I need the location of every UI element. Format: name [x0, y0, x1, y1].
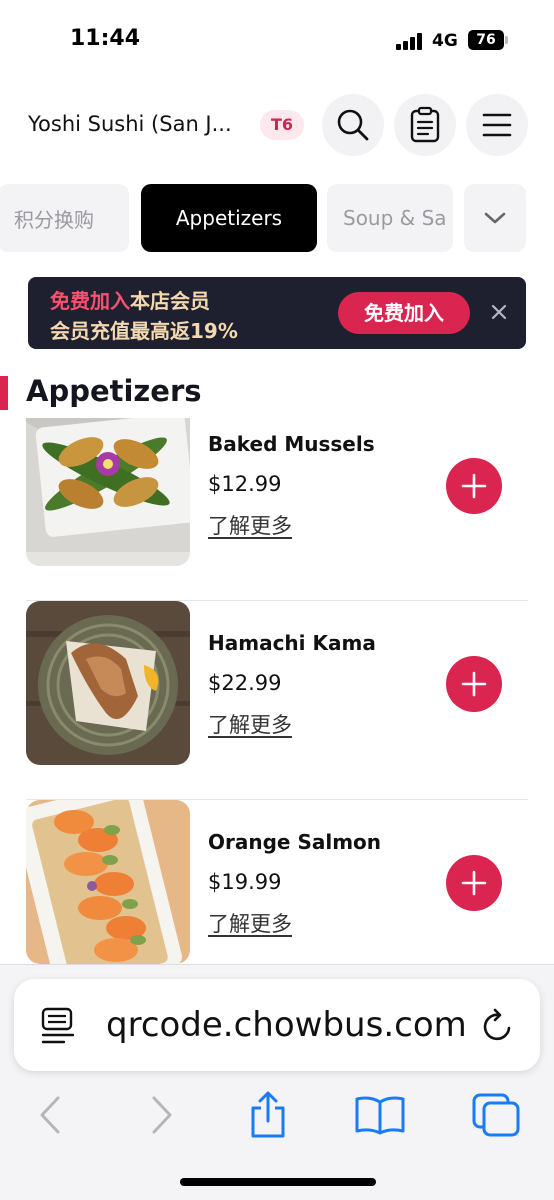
- order-list-icon: [410, 106, 440, 143]
- plus-icon: [461, 473, 487, 499]
- add-to-cart-button[interactable]: [446, 656, 502, 712]
- item-name: Hamachi Kama: [208, 631, 376, 655]
- tab-points-redeem[interactable]: 积分换购: [0, 184, 129, 252]
- tab-soup-salad[interactable]: Soup & Sa: [327, 184, 453, 252]
- reload-button[interactable]: [482, 1007, 516, 1047]
- add-to-cart-button[interactable]: [446, 855, 502, 911]
- reader-button[interactable]: [40, 1007, 76, 1049]
- menu-item-list: Baked Mussels $12.99 了解更多 Hamachi Kama $…: [0, 418, 554, 964]
- baked-mussels-photo[interactable]: [26, 418, 190, 566]
- item-name: Baked Mussels: [208, 432, 375, 456]
- search-icon: [337, 109, 369, 141]
- banner-close-button[interactable]: [486, 299, 512, 325]
- item-name: Orange Salmon: [208, 830, 382, 854]
- tab-appetizers[interactable]: Appetizers: [141, 184, 317, 252]
- tabs-button[interactable]: [466, 1085, 526, 1145]
- restaurant-header: Yoshi Sushi (San J... T6: [0, 94, 554, 158]
- menu-item[interactable]: Baked Mussels $12.99 了解更多: [0, 418, 554, 601]
- battery-icon: 76: [468, 30, 508, 50]
- hamburger-menu-icon: [482, 113, 512, 137]
- cellular-signal-icon: [396, 32, 424, 50]
- reload-icon: [483, 1008, 511, 1041]
- learn-more-link[interactable]: 了解更多: [208, 510, 292, 540]
- forward-icon: [152, 1096, 172, 1134]
- browser-toolbar: qrcode.chowbus.com: [0, 964, 554, 1200]
- orange-salmon-photo[interactable]: [26, 800, 190, 964]
- search-button[interactable]: [322, 94, 384, 156]
- membership-banner: 免费加入本店会员 会员充值最高返19% 免费加入: [28, 277, 526, 349]
- status-bar: 11:44 4G 76: [0, 0, 554, 80]
- orders-button[interactable]: [394, 94, 456, 156]
- banner-subline: 会员充值最高返19%: [50, 319, 238, 343]
- home-indicator: [180, 1178, 376, 1186]
- close-icon: [491, 304, 507, 320]
- section-title: Appetizers: [26, 374, 202, 408]
- menu-button[interactable]: [466, 94, 528, 156]
- back-button[interactable]: [20, 1085, 80, 1145]
- category-tabs: 积分换购 Appetizers Soup & Sa: [0, 184, 554, 252]
- share-button[interactable]: [238, 1085, 298, 1145]
- banner-highlight: 免费加入: [50, 289, 130, 313]
- banner-headline: 免费加入本店会员: [50, 285, 210, 314]
- plus-icon: [461, 671, 487, 697]
- share-icon: [251, 1091, 285, 1138]
- item-price: $19.99: [208, 870, 282, 894]
- url-text[interactable]: qrcode.chowbus.com: [106, 1005, 478, 1045]
- network-type: 4G: [432, 31, 458, 51]
- learn-more-link[interactable]: 了解更多: [208, 908, 292, 938]
- item-price: $12.99: [208, 472, 282, 496]
- menu-item[interactable]: Hamachi Kama $22.99 了解更多: [0, 601, 554, 800]
- bookmarks-icon: [355, 1096, 405, 1135]
- hamachi-kama-photo[interactable]: [26, 601, 190, 765]
- banner-headline-rest: 本店会员: [130, 289, 210, 313]
- join-free-button[interactable]: 免费加入: [338, 292, 470, 334]
- reader-icon: [41, 1007, 75, 1044]
- table-badge: T6: [260, 110, 304, 140]
- plus-icon: [461, 870, 487, 896]
- address-bar[interactable]: qrcode.chowbus.com: [14, 979, 540, 1071]
- add-to-cart-button[interactable]: [446, 458, 502, 514]
- tabs-icon: [472, 1093, 520, 1137]
- bookmarks-button[interactable]: [350, 1085, 410, 1145]
- back-icon: [40, 1096, 60, 1134]
- more-categories-button[interactable]: [464, 184, 526, 252]
- forward-button[interactable]: [132, 1085, 192, 1145]
- chevron-down-icon: [484, 212, 506, 224]
- browser-nav-row: [0, 1085, 554, 1145]
- item-price: $22.99: [208, 671, 282, 695]
- learn-more-link[interactable]: 了解更多: [208, 709, 292, 739]
- status-time: 11:44: [70, 26, 141, 51]
- menu-item[interactable]: Orange Salmon $19.99 了解更多: [0, 800, 554, 964]
- section-accent-bar: [0, 376, 8, 410]
- store-name[interactable]: Yoshi Sushi (San J...: [28, 112, 232, 136]
